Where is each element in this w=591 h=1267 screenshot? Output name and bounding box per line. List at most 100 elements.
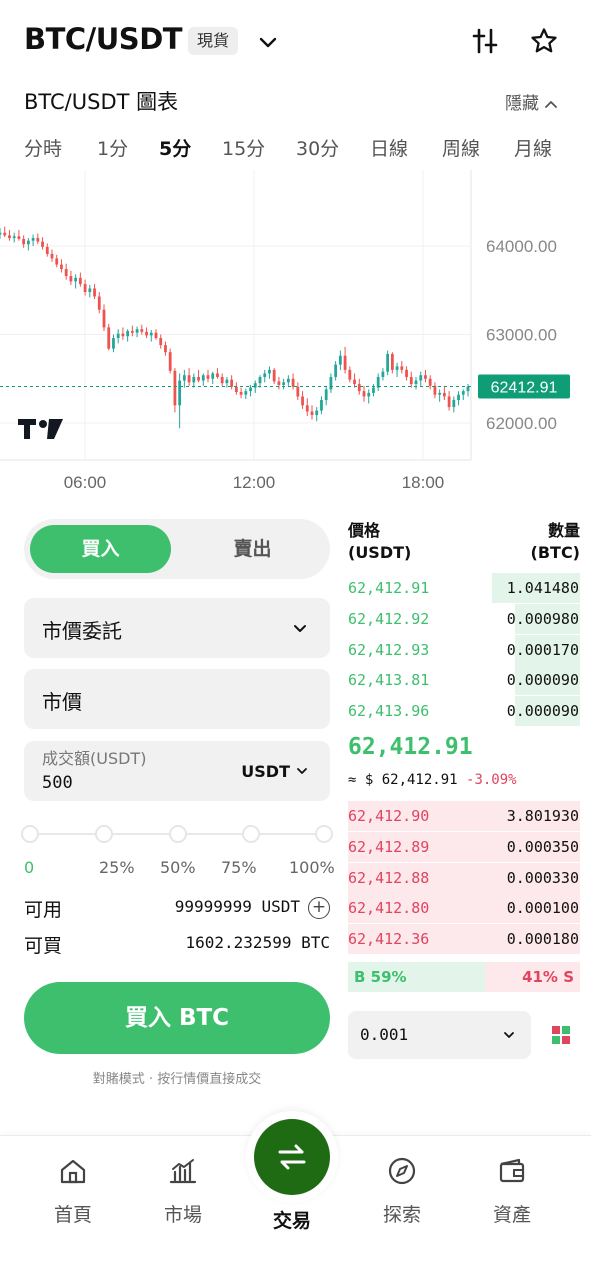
time-axis-label: 18:00 xyxy=(402,473,445,492)
add-funds-icon[interactable]: + xyxy=(308,897,330,919)
ask-row[interactable]: 62,412.80 0.000100 xyxy=(348,893,580,924)
tab-timeframe-line[interactable]: 分時 xyxy=(24,134,62,161)
candle xyxy=(187,368,191,386)
candle-body xyxy=(452,399,456,408)
nav-trade-button[interactable] xyxy=(254,1119,330,1195)
bid-row[interactable]: 62,412.92 0.000980 xyxy=(348,603,580,634)
bid-quantity: 0.000980 xyxy=(506,609,579,628)
candle xyxy=(353,373,356,388)
candle xyxy=(41,237,44,250)
amount-value[interactable]: 500 xyxy=(42,773,73,793)
slider-mark-100[interactable] xyxy=(315,825,333,843)
candle-body xyxy=(88,288,92,293)
tab-timeframe-30m[interactable]: 30分 xyxy=(296,134,339,161)
buy-tab[interactable]: 買入 xyxy=(30,525,171,573)
candle-body xyxy=(154,332,158,339)
candle xyxy=(206,369,210,383)
buy-btc-button[interactable]: 買入 BTC xyxy=(24,982,330,1054)
slider-mark-50[interactable] xyxy=(169,825,187,843)
candle-body xyxy=(64,269,68,277)
candlestick-chart[interactable]: 62412.91 64000.00 63000.00 62000.00 06:0… xyxy=(0,170,591,500)
tab-timeframe-day[interactable]: 日線 xyxy=(370,134,408,161)
candle-body xyxy=(220,376,224,384)
candle xyxy=(343,346,347,374)
order-type-select[interactable]: 市價委託 xyxy=(24,598,330,658)
last-price-usd: ≈ $ 62,412.91 xyxy=(348,772,458,788)
candle xyxy=(182,369,186,388)
timeframe-tabs: 分時 1分 5分 15分 30分 日線 周線 月線 xyxy=(0,134,591,168)
candle xyxy=(220,373,224,386)
candle xyxy=(310,405,314,420)
pair-title[interactable]: BTC/USDT xyxy=(24,22,183,56)
tab-timeframe-5m[interactable]: 5分 xyxy=(159,134,191,161)
bid-row[interactable]: 62,413.81 0.000090 xyxy=(348,665,580,696)
nav-explore-label: 探索 xyxy=(382,1204,421,1226)
candle-body xyxy=(381,371,385,377)
ask-row[interactable]: 62,412.88 0.000330 xyxy=(348,862,580,893)
qty-header-line1: 數量 xyxy=(547,521,580,540)
adjust-sliders-icon[interactable] xyxy=(470,26,500,56)
nav-home[interactable]: 首頁 xyxy=(28,1156,118,1227)
candle-body xyxy=(173,370,177,406)
bid-row[interactable]: 62,412.91 1.041480 xyxy=(348,573,580,603)
sell-tab[interactable]: 賣出 xyxy=(181,525,324,573)
slider-mark-75[interactable] xyxy=(242,825,260,843)
tab-timeframe-1m[interactable]: 1分 xyxy=(97,134,128,161)
candle xyxy=(135,326,139,338)
candle-body xyxy=(338,355,342,365)
candle-body xyxy=(357,384,361,392)
ask-price: 62,412.89 xyxy=(348,837,430,856)
tab-timeframe-week[interactable]: 周線 xyxy=(442,134,480,161)
candle xyxy=(145,327,148,339)
candle xyxy=(159,334,163,349)
qty-header-line2: (BTC) xyxy=(530,543,580,562)
tab-timeframe-month[interactable]: 月線 xyxy=(514,134,552,161)
chevron-down-icon[interactable] xyxy=(256,30,280,54)
candle-body xyxy=(97,296,101,310)
candle xyxy=(126,329,130,342)
candle-body xyxy=(230,379,234,387)
amount-input[interactable]: 成交額(USDT) 500 USDT xyxy=(24,741,330,801)
amount-unit-select[interactable]: USDT xyxy=(241,762,290,781)
candle-body xyxy=(55,258,59,265)
candle-body xyxy=(433,385,437,395)
bid-price: 62,412.93 xyxy=(348,640,430,659)
candle xyxy=(362,385,366,402)
chevron-up-icon xyxy=(545,101,557,108)
nav-market[interactable]: 市場 xyxy=(138,1156,228,1227)
bid-row[interactable]: 62,413.96 0.000090 xyxy=(348,696,580,727)
candle xyxy=(83,279,87,296)
slider-mark-0[interactable] xyxy=(21,825,39,843)
bid-row[interactable]: 62,412.93 0.000170 xyxy=(348,634,580,665)
tab-timeframe-15m[interactable]: 15分 xyxy=(222,134,265,161)
candle xyxy=(192,373,196,388)
candle-body xyxy=(36,238,40,242)
amount-slider[interactable] xyxy=(21,822,333,846)
ask-row[interactable]: 62,412.90 3.801930 xyxy=(348,801,580,831)
ask-row[interactable]: 62,412.89 0.000350 xyxy=(348,831,580,862)
candle xyxy=(433,382,437,399)
candle-body xyxy=(263,373,267,377)
precision-select[interactable]: 0.001 xyxy=(348,1011,531,1059)
price-field[interactable]: 市價 xyxy=(24,669,330,729)
candle-body xyxy=(296,386,300,397)
order-book-layout-icon[interactable] xyxy=(551,1025,571,1045)
hide-chart-button[interactable]: 隱藏 xyxy=(505,89,559,114)
ask-quantity: 0.000330 xyxy=(506,868,579,887)
ask-quantity: 3.801930 xyxy=(506,807,579,825)
candle-body xyxy=(305,405,309,412)
ask-row[interactable]: 62,412.36 0.000180 xyxy=(348,924,580,955)
candle-body xyxy=(428,378,432,386)
chevron-down-icon xyxy=(297,768,307,774)
candle xyxy=(45,243,49,257)
candle-body xyxy=(372,387,375,393)
buyable-row: 可買 1602.232599 BTC xyxy=(24,931,330,959)
star-icon[interactable] xyxy=(529,26,559,56)
nav-assets[interactable]: 資產 xyxy=(467,1156,557,1227)
available-value: 99999999 USDT xyxy=(174,897,300,916)
candle-body xyxy=(164,345,167,353)
slider-mark-25[interactable] xyxy=(95,825,113,843)
candle xyxy=(0,228,2,239)
nav-explore[interactable]: 探索 xyxy=(357,1156,447,1227)
ask-quantity: 0.000180 xyxy=(506,930,579,949)
